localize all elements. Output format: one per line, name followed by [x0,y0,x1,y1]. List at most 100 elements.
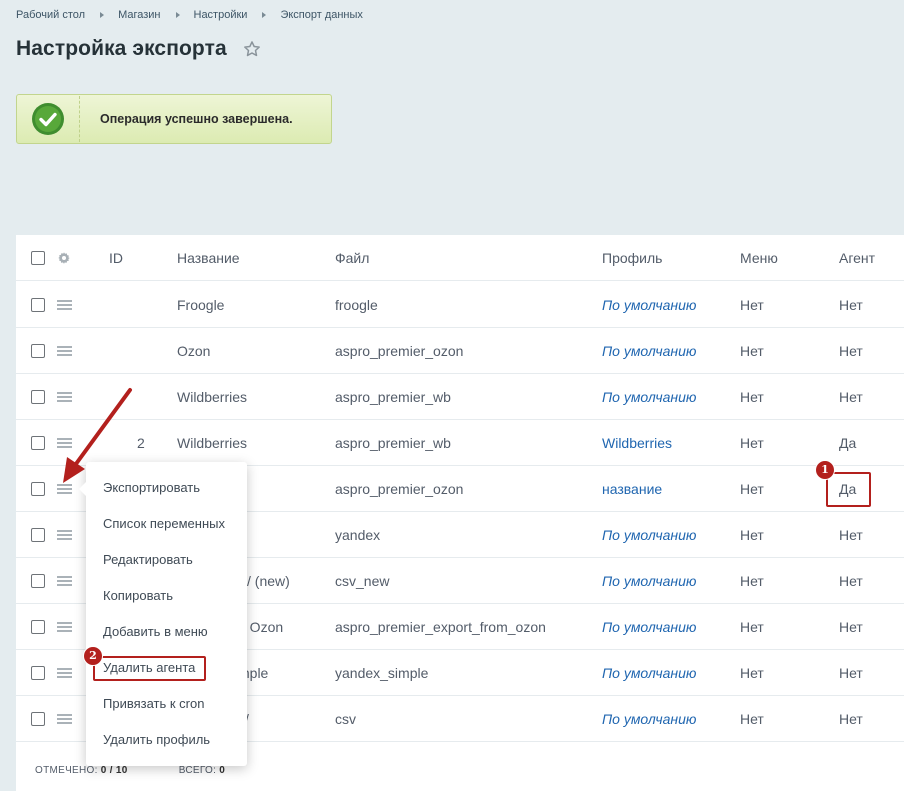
row-checkbox[interactable] [31,390,45,404]
table-row[interactable]: Ozon aspro_premier_ozon По умолчанию Нет… [16,328,904,374]
row-checkbox[interactable] [31,528,45,542]
row-menu: Нет [740,619,764,635]
row-agent: Нет [839,619,863,635]
page-title: Настройка экспорта [16,37,227,60]
row-profile-link[interactable]: По умолчанию [602,374,696,420]
row-agent: Нет [839,297,863,313]
menu-item-copy[interactable]: Копировать [103,586,173,606]
annotation-badge-2: 2 [83,646,103,666]
annotation-highlight-agent [826,472,871,507]
gear-icon[interactable] [57,251,71,265]
row-actions-menu-icon[interactable] [57,622,72,632]
row-agent: Нет [839,573,863,589]
row-agent: Нет [839,389,863,405]
row-profile-link[interactable]: По умолчанию [602,328,696,374]
row-menu: Нет [740,389,764,405]
menu-item-variables-list[interactable]: Список переменных [103,514,225,534]
row-agent: Нет [839,711,863,727]
row-profile-link[interactable]: По умолчанию [602,604,696,650]
breadcrumb-item-shop[interactable]: Магазин [118,9,160,21]
row-menu: Нет [740,573,764,589]
favorite-star-icon[interactable] [242,39,262,59]
row-menu: Нет [740,665,764,681]
menu-item-bind-cron[interactable]: Привязать к cron [103,694,204,714]
column-header-agent[interactable]: Агент [839,235,875,281]
table-row[interactable]: 2 Wildberries aspro_premier_wb Wildberri… [16,420,904,466]
row-checkbox[interactable] [31,712,45,726]
menu-item-add-to-menu[interactable]: Добавить в меню [103,622,208,642]
breadcrumb-item-export[interactable]: Экспорт данных [280,9,362,21]
breadcrumb-separator-icon [262,12,267,18]
row-name: / (new) [247,573,290,589]
row-file: csv_new [335,573,390,589]
row-file: aspro_premier_ozon [335,343,464,359]
row-profile-link[interactable]: По умолчанию [602,512,696,558]
total-count-label: ВСЕГО: [178,765,217,776]
row-checkbox[interactable] [31,344,45,358]
row-profile-link[interactable]: По умолчанию [602,558,696,604]
row-checkbox[interactable] [31,298,45,312]
breadcrumb-separator-icon [175,12,180,18]
row-actions-menu-icon[interactable] [57,346,72,356]
select-all-checkbox[interactable] [31,251,45,265]
row-file: aspro_premier_wb [335,435,451,451]
row-context-menu: Экспортировать Список переменных Редакти… [79,462,247,766]
column-header-name[interactable]: Название [177,235,240,281]
row-name: Wildberries [177,389,248,405]
row-profile-link[interactable]: По умолчанию [602,650,696,696]
selected-count-value: 0 / 10 [100,765,128,776]
row-actions-menu-icon[interactable] [57,300,72,310]
row-checkbox[interactable] [31,620,45,634]
row-profile-link[interactable]: По умолчанию [602,282,696,328]
breadcrumb-item-desktop[interactable]: Рабочий стол [16,9,85,21]
column-header-file[interactable]: Файл [335,235,369,281]
row-checkbox[interactable] [31,666,45,680]
row-checkbox[interactable] [31,436,45,450]
selected-count-label: ОТМЕЧЕНО: [35,765,98,776]
row-profile-link[interactable]: Wildberries [602,420,672,466]
annotation-badge-1: 1 [815,460,835,480]
row-agent: Нет [839,665,863,681]
success-check-icon [32,103,64,135]
annotation-arrow-icon [63,388,132,483]
notification-divider [79,96,80,142]
row-menu: Нет [740,527,764,543]
annotation-highlight-delete-agent [93,656,206,681]
row-actions-menu-icon[interactable] [57,576,72,586]
row-menu: Нет [740,343,764,359]
row-actions-menu-icon[interactable] [57,714,72,724]
notification-text: Операция успешно завершена. [100,112,293,126]
row-file: yandex_simple [335,665,429,681]
total-count-value: 0 [219,765,226,776]
row-profile-link[interactable]: название [602,466,662,512]
row-file: aspro_premier_export_from_ozon [335,619,546,635]
row-name: Wildberries [177,435,248,451]
row-checkbox[interactable] [31,482,45,496]
row-agent: Нет [839,343,863,359]
menu-item-delete-profile[interactable]: Удалить профиль [103,730,210,750]
row-menu: Нет [740,481,764,497]
table-row[interactable]: Wildberries aspro_premier_wb По умолчани… [16,374,904,420]
row-name: Ozon [177,343,211,359]
breadcrumb-item-settings[interactable]: Настройки [194,9,248,21]
row-file: froogle [335,297,378,313]
row-file: aspro_premier_wb [335,389,451,405]
column-header-menu[interactable]: Меню [740,235,778,281]
row-name: Froogle [177,297,225,313]
row-menu: Нет [740,711,764,727]
row-menu: Нет [740,435,764,451]
column-header-profile[interactable]: Профиль [602,235,662,281]
row-profile-link[interactable]: По умолчанию [602,696,696,742]
table-row[interactable]: Froogle froogle По умолчанию Нет Нет [16,282,904,328]
menu-item-edit[interactable]: Редактировать [103,550,193,570]
column-header-id[interactable]: ID [109,235,123,281]
row-agent: Нет [839,527,863,543]
row-file: csv [335,711,356,727]
breadcrumb: Рабочий стол Магазин Настройки Экспорт д… [16,9,363,21]
row-agent: Да [839,435,857,451]
row-actions-menu-icon[interactable] [57,668,72,678]
row-checkbox[interactable] [31,574,45,588]
table-footer: ОТМЕЧЕНО: 0 / 10 ВСЕГО: 0 [35,765,225,776]
table-header: ID Название Файл Профиль Меню Агент [16,235,904,281]
row-actions-menu-icon[interactable] [57,530,72,540]
